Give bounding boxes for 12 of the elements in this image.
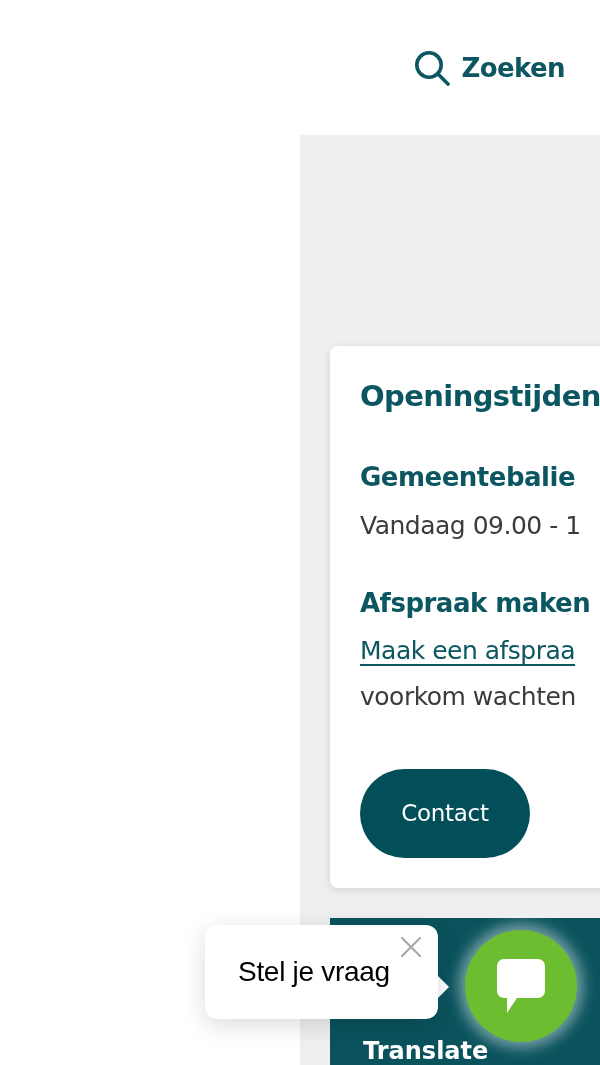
opening-hours-text: Vandaag 09.00 - 1 (360, 510, 582, 542)
contact-button[interactable]: Contact (360, 769, 530, 858)
search-icon (413, 49, 450, 86)
section-heading: Afspraak maken (360, 587, 592, 620)
chat-prompt-text: Stel je vraag (238, 955, 390, 989)
search-button[interactable]: Zoeken (413, 47, 565, 88)
appointment-note: voorkom wachten (360, 681, 576, 713)
translate-label: Translate (363, 1038, 489, 1065)
card-title: Openingstijden (360, 378, 600, 415)
speech-bubble-icon (497, 959, 545, 1013)
appointment-link[interactable]: Maak een afspraa (360, 628, 576, 674)
section-heading: Gemeentebalie (360, 461, 577, 494)
